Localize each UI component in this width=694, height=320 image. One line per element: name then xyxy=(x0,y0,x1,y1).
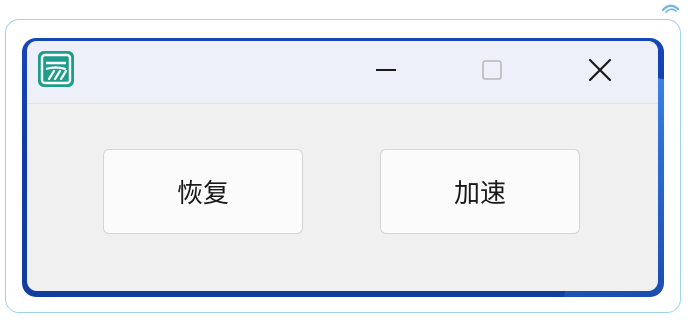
accelerate-button[interactable]: 加速 xyxy=(380,149,580,234)
app-logo-icon xyxy=(38,51,74,87)
corner-wave-icon xyxy=(661,4,680,13)
desktop-background: 恢复 加速 xyxy=(22,38,664,297)
minimize-button[interactable] xyxy=(368,55,404,85)
accelerate-button-label: 加速 xyxy=(453,179,506,209)
restore-button[interactable]: 恢复 xyxy=(103,149,303,234)
restore-button-label: 恢复 xyxy=(176,179,229,209)
minimize-icon xyxy=(376,69,396,71)
close-icon xyxy=(588,58,612,82)
close-button[interactable] xyxy=(582,55,618,85)
maximize-button[interactable] xyxy=(474,55,510,85)
app-window: 恢复 加速 xyxy=(27,41,658,291)
title-bar[interactable] xyxy=(27,41,658,104)
maximize-icon xyxy=(482,60,502,80)
